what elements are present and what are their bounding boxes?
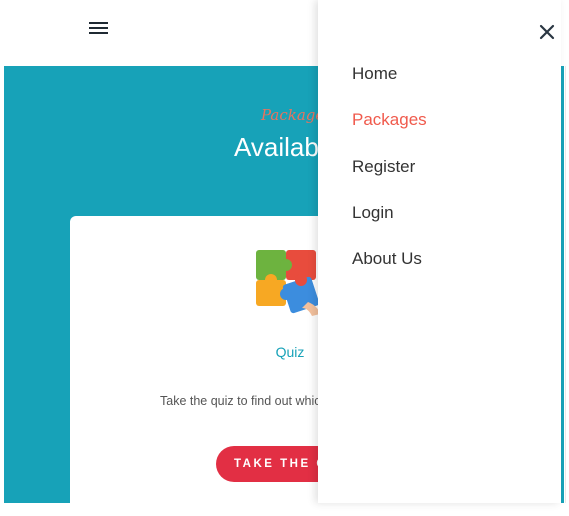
- close-icon[interactable]: [538, 23, 556, 41]
- nav-item-register[interactable]: Register: [352, 157, 415, 177]
- hamburger-icon[interactable]: [89, 19, 111, 37]
- nav-item-packages[interactable]: Packages: [352, 110, 427, 130]
- puzzle-icon: [256, 250, 320, 316]
- nav-item-login[interactable]: Login: [352, 203, 394, 223]
- nav-drawer: Home Packages Register Login About Us: [318, 0, 561, 503]
- nav-item-about-us[interactable]: About Us: [352, 249, 422, 269]
- nav-item-home[interactable]: Home: [352, 64, 397, 84]
- divider: [565, 66, 566, 503]
